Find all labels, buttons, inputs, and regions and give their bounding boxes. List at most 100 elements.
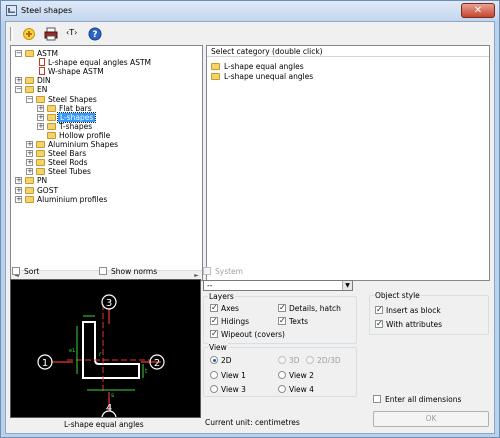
folder-icon bbox=[47, 104, 56, 112]
folder-icon bbox=[25, 77, 34, 85]
expand-icon[interactable]: + bbox=[15, 177, 22, 185]
folder-icon bbox=[47, 113, 56, 121]
expand-icon[interactable]: + bbox=[26, 168, 33, 176]
expand-icon[interactable]: + bbox=[37, 113, 44, 121]
wipeout-checkbox[interactable] bbox=[210, 329, 218, 338]
close-button[interactable]: ✕ bbox=[461, 3, 495, 18]
folder-icon bbox=[36, 141, 45, 148]
expand-icon[interactable]: + bbox=[26, 159, 33, 167]
tree-item[interactable]: + Aluminium Shapes bbox=[26, 140, 202, 149]
system-checkbox[interactable] bbox=[203, 267, 211, 275]
tree-item[interactable]: − ASTM bbox=[15, 49, 202, 58]
shape-preview: 1 2 3 4 s t r e1 bbox=[10, 279, 201, 426]
tree-item[interactable]: W-shape ASTM bbox=[26, 67, 202, 76]
hidings-checkbox[interactable] bbox=[210, 316, 218, 325]
layers-title: Layers bbox=[208, 292, 235, 301]
tree-item[interactable]: + Flat bars bbox=[37, 104, 202, 113]
preview-label-3: 3 bbox=[106, 298, 112, 309]
list-item-label: L-shape unequal angles bbox=[224, 72, 314, 81]
tree-item-label: Hollow profile bbox=[59, 130, 111, 140]
tree-item[interactable]: Hollow profile bbox=[37, 131, 202, 140]
tree-item[interactable]: + L-shapes bbox=[37, 111, 202, 123]
details-hatch-checkbox[interactable] bbox=[278, 303, 286, 312]
tree-item[interactable]: + Steel Bars bbox=[26, 149, 202, 158]
title-bar[interactable]: Steel shapes ✕ bbox=[1, 1, 499, 21]
sort-checkbox[interactable] bbox=[12, 267, 20, 275]
tree-item[interactable]: − EN bbox=[15, 85, 202, 94]
expand-icon[interactable]: + bbox=[15, 195, 22, 203]
tree-item[interactable]: + DIN bbox=[15, 76, 202, 85]
expand-icon[interactable]: + bbox=[15, 186, 22, 194]
expand-icon[interactable]: + bbox=[15, 77, 22, 85]
list-item-label: L-shape equal angles bbox=[224, 62, 304, 71]
print-button[interactable] bbox=[42, 25, 60, 43]
profile-select[interactable]: -- ▼ bbox=[203, 280, 353, 291]
ok-button[interactable]: OK bbox=[373, 411, 489, 427]
toolbar-grip[interactable] bbox=[10, 27, 13, 41]
view-3d-radio[interactable] bbox=[278, 356, 286, 364]
tree-item-label: W-shape ASTM bbox=[48, 67, 104, 77]
preview-label-r: r bbox=[99, 351, 102, 358]
axes-checkbox[interactable] bbox=[210, 303, 218, 312]
tree-item[interactable]: + PN bbox=[15, 176, 202, 185]
show-norms-checkbox[interactable] bbox=[99, 267, 107, 275]
help-icon-glyph: ? bbox=[92, 30, 97, 40]
folder-icon bbox=[25, 177, 34, 185]
insert-as-block-checkbox[interactable] bbox=[375, 305, 383, 314]
view-1-label: View 1 bbox=[221, 371, 246, 380]
tree-item-label: L-shape equal angles ASTM bbox=[48, 58, 152, 68]
view-4-radio[interactable] bbox=[278, 385, 286, 393]
preview-label-e1: e1 bbox=[69, 348, 75, 354]
preview-label-1: 1 bbox=[42, 358, 48, 369]
tree-item[interactable]: + Aluminium profiles bbox=[15, 195, 202, 204]
texts-label: Texts bbox=[289, 317, 309, 326]
expand-icon[interactable]: + bbox=[37, 104, 44, 112]
collapse-icon[interactable]: − bbox=[15, 50, 22, 57]
folder-icon bbox=[211, 63, 220, 70]
tree-item-label: Flat bars bbox=[59, 103, 92, 113]
collapse-icon[interactable]: − bbox=[26, 95, 33, 103]
collapse-icon[interactable]: − bbox=[15, 86, 22, 94]
expand-icon[interactable]: + bbox=[37, 122, 44, 130]
text-tag-button[interactable]: ‹T› bbox=[64, 25, 82, 43]
view-1-radio[interactable] bbox=[210, 371, 218, 379]
tree-item-label: EN bbox=[37, 85, 48, 95]
category-list-header[interactable]: Select category (double click) bbox=[207, 46, 489, 57]
add-button[interactable] bbox=[20, 25, 38, 43]
add-icon bbox=[23, 28, 35, 40]
chevron-down-icon[interactable]: ▼ bbox=[342, 281, 352, 290]
folder-icon bbox=[25, 50, 34, 57]
view-2d-radio[interactable] bbox=[210, 356, 218, 364]
help-icon: ? bbox=[88, 27, 102, 41]
show-norms-label: Show norms bbox=[111, 267, 158, 276]
document-icon bbox=[39, 58, 45, 67]
expand-icon[interactable]: + bbox=[26, 141, 33, 148]
tree-item-label: Aluminium profiles bbox=[37, 194, 108, 204]
expand-icon[interactable]: + bbox=[26, 150, 33, 158]
view-2-radio[interactable] bbox=[278, 371, 286, 379]
tree-item[interactable]: + T-shapes bbox=[37, 122, 202, 131]
standards-tree[interactable]: − ASTM L-shape equal angles ASTM W-shape AS… bbox=[10, 45, 203, 281]
with-attributes-checkbox[interactable] bbox=[375, 319, 383, 328]
tree-item[interactable]: − Steel Shapes bbox=[26, 95, 202, 104]
category-list[interactable]: Select category (double click) L-shape e… bbox=[206, 45, 490, 281]
folder-icon bbox=[47, 122, 56, 130]
tree-item[interactable]: L-shape equal angles ASTM bbox=[26, 58, 202, 67]
view-3-radio[interactable] bbox=[210, 385, 218, 393]
view-2d3d-label: 2D/3D bbox=[317, 356, 341, 365]
tree-item-label: T-shapes bbox=[59, 121, 93, 131]
view-2d3d-radio[interactable] bbox=[306, 356, 314, 364]
object-style-title: Object style bbox=[374, 291, 421, 300]
help-button[interactable]: ? bbox=[86, 25, 104, 43]
sort-label: Sort bbox=[24, 267, 40, 276]
tree-item[interactable]: + Steel Tubes bbox=[26, 167, 202, 176]
tree-item-label: Steel Tubes bbox=[48, 167, 91, 177]
texts-checkbox[interactable] bbox=[278, 316, 286, 325]
profile-select-value: -- bbox=[207, 281, 213, 290]
tree-item[interactable]: + Steel Rods bbox=[26, 158, 202, 167]
folder-icon bbox=[47, 131, 56, 139]
insert-as-block-label: Insert as block bbox=[386, 306, 441, 315]
tree-item[interactable]: + GOST bbox=[15, 186, 202, 195]
enter-all-dimensions-checkbox[interactable] bbox=[373, 395, 381, 403]
object-style-group: Object style Insert as block With attrib… bbox=[369, 291, 489, 335]
